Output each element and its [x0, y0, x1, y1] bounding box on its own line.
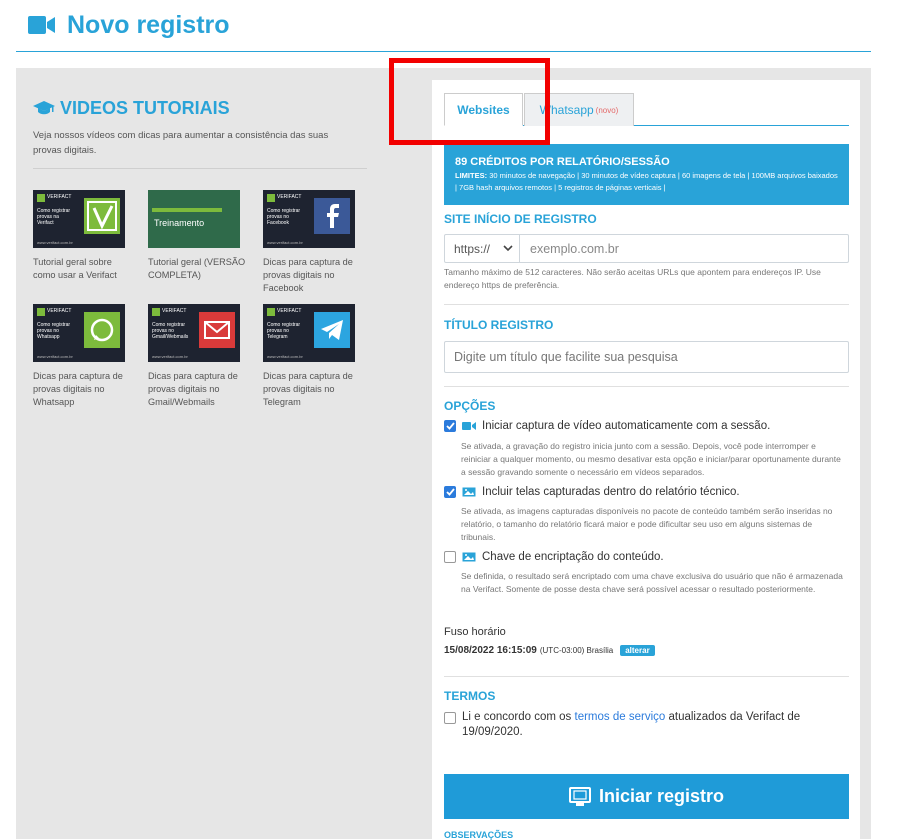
verifact-mark-icon [37, 308, 45, 316]
facebook-icon [314, 198, 350, 234]
chevron-down-icon [503, 245, 513, 252]
divider [444, 676, 849, 677]
video-card-telegram[interactable]: VERIFACT Como registrar provas no Telegr… [263, 304, 363, 409]
video-card-general[interactable]: VERIFACT Como registrar provas na Verifa… [33, 190, 133, 282]
monitor-icon [568, 786, 591, 806]
options-section-label: OPÇÕES [444, 399, 496, 413]
graduation-cap-icon [33, 101, 55, 115]
video-caption[interactable]: Dicas para captura de provas digitais no… [263, 256, 363, 295]
telegram-icon [314, 312, 350, 348]
video-thumbnail[interactable]: VERIFACT Como registrar provas na Verifa… [33, 190, 125, 248]
terms-checkbox[interactable] [444, 712, 456, 724]
divider [444, 386, 849, 387]
protocol-select[interactable]: https:// [445, 235, 520, 262]
site-section-label: SITE INÍCIO DE REGISTRO [444, 212, 597, 226]
video-caption[interactable]: Dicas para captura de provas digitais no… [263, 370, 363, 409]
timezone-label: Fuso horário [444, 626, 506, 638]
divider [444, 304, 849, 305]
video-caption[interactable]: Tutorial geral (VERSÃO COMPLETA) [148, 256, 248, 282]
site-hint: Tamanho máximo de 512 caracteres. Não se… [444, 267, 821, 290]
video-thumbnail[interactable]: VERIFACT Como registrar provas no Facebo… [263, 190, 355, 248]
video-card-whatsapp[interactable]: VERIFACT Como registrar provas no Whatsa… [33, 304, 133, 409]
registration-form: Websites Whatsapp (novo) 89 CRÉDITOS POR… [432, 80, 860, 840]
video-thumbnail[interactable]: VERIFACT Como registrar provas no Telegr… [263, 304, 355, 362]
image-icon [462, 487, 476, 497]
credits-banner: 89 CRÉDITOS POR RELATÓRIO/SESSÃO LIMITES… [444, 144, 849, 205]
video-card-facebook[interactable]: VERIFACT Como registrar provas no Facebo… [263, 190, 363, 295]
verifact-mark-icon [152, 308, 160, 316]
gmail-icon [199, 312, 235, 348]
encryption-key-description: Se definida, o resultado será encriptado… [461, 571, 843, 594]
include-screens-checkbox[interactable] [444, 486, 456, 498]
video-thumbnail[interactable]: VERIFACT Como registrar provas no Whatsa… [33, 304, 125, 362]
page-header: Novo registro [16, 0, 871, 52]
encryption-key-checkbox[interactable] [444, 551, 456, 563]
video-camera-icon [462, 422, 476, 430]
terms-of-service-link[interactable]: termos de serviço [575, 711, 666, 723]
change-timezone-button[interactable]: alterar [620, 645, 655, 656]
verifact-mark-icon [267, 194, 275, 202]
video-caption[interactable]: Dicas para captura de provas digitais no… [148, 370, 248, 409]
verifact-mark-icon [267, 308, 275, 316]
video-thumbnail[interactable]: Treinamento [148, 190, 240, 248]
tutorials-section: VIDEOS TUTORIAIS Veja nossos vídeos com … [33, 96, 367, 169]
option-include-screens[interactable]: Incluir telas capturadas dentro do relat… [444, 486, 740, 498]
site-url-input[interactable]: exemplo.com.br [520, 235, 848, 262]
auto-video-checkbox[interactable] [444, 420, 456, 432]
video-camera-icon [28, 16, 55, 34]
tutorials-title: VIDEOS TUTORIAIS [33, 96, 363, 120]
tutorials-intro: Veja nossos vídeos com dicas para aument… [33, 130, 329, 156]
video-thumbnail[interactable]: VERIFACT Como registrar provas no Gmail/… [148, 304, 240, 362]
terms-agreement[interactable]: Li e concordo com os termos de serviço a… [444, 710, 822, 740]
verifact-logo-icon [84, 198, 120, 234]
auto-video-description: Se ativada, a gravação do registro inici… [461, 441, 841, 477]
title-input[interactable]: Digite um título que facilite sua pesqui… [444, 341, 849, 373]
checkmark-icon [445, 488, 455, 496]
divider [33, 168, 367, 169]
whatsapp-icon [84, 312, 120, 348]
highlight-box [389, 58, 550, 145]
option-encryption-key[interactable]: Chave de encriptação do conteúdo. [444, 551, 664, 563]
site-url-group: https:// exemplo.com.br [444, 234, 849, 263]
title-section-label: TÍTULO REGISTRO [444, 318, 554, 332]
terms-section-label: TERMOS [444, 689, 496, 703]
video-caption[interactable]: Tutorial geral sobre como usar a Verifac… [33, 256, 133, 282]
thumb-banner [152, 208, 222, 212]
new-badge: (novo) [595, 105, 619, 115]
verifact-mark-icon [37, 194, 45, 202]
include-screens-description: Se ativada, as imagens capturadas dispon… [461, 506, 833, 542]
video-caption[interactable]: Dicas para captura de provas digitais no… [33, 370, 133, 409]
video-card-gmail[interactable]: VERIFACT Como registrar provas no Gmail/… [148, 304, 248, 409]
start-registration-button[interactable]: Iniciar registro [444, 774, 849, 819]
video-card-full[interactable]: Treinamento Tutorial geral (VERSÃO COMPL… [148, 190, 248, 282]
option-auto-video[interactable]: Iniciar captura de vídeo automaticamente… [444, 420, 770, 432]
terms-text: Li e concordo com os termos de serviço a… [462, 711, 801, 738]
page-title: Novo registro [67, 11, 230, 39]
credits-limits: LIMITES: 30 minutos de navegação | 30 mi… [455, 171, 838, 192]
credits-title: 89 CRÉDITOS POR RELATÓRIO/SESSÃO [455, 156, 670, 168]
timezone-value: 15/08/2022 16:15:09 (UTC-03:00) Brasília… [444, 645, 655, 656]
image-icon [462, 552, 476, 562]
checkmark-icon [445, 422, 455, 430]
